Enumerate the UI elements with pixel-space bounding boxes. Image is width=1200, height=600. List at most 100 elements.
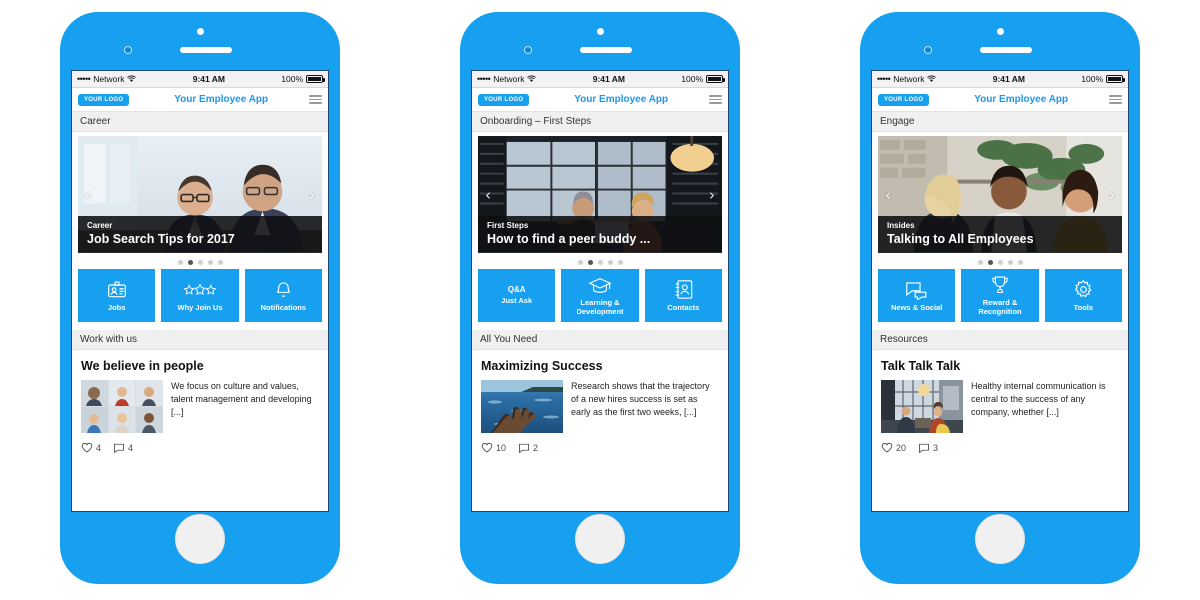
- tile-label: Why Join Us: [177, 302, 223, 312]
- feed-section-label: All You Need: [472, 330, 728, 350]
- app-header: YOUR LOGO Your Employee App: [72, 88, 328, 112]
- article-meta: 10 2: [472, 433, 728, 453]
- id-badge-icon: [107, 279, 127, 301]
- article-meta: 4 4: [72, 433, 328, 453]
- carousel-dot[interactable]: [207, 260, 213, 265]
- hero-caption[interactable]: Career Job Search Tips for 2017: [78, 216, 322, 253]
- section-label: Engage: [872, 112, 1128, 132]
- signal-strength-icon: •••••: [877, 74, 891, 84]
- quick-action-tiles: Q&A Just Ask Learning & Development Cont…: [472, 269, 728, 330]
- carousel-prev-button[interactable]: ‹: [481, 187, 495, 203]
- article-thumbnail-hand-in-water: [481, 380, 563, 433]
- like-count: 20: [896, 442, 907, 453]
- three-stars-icon: [183, 279, 217, 301]
- carousel-dots[interactable]: [478, 253, 722, 272]
- carousel-prev-button[interactable]: ‹: [881, 187, 895, 203]
- article-title[interactable]: Maximizing Success: [472, 350, 728, 380]
- carousel-dot[interactable]: [1007, 260, 1013, 265]
- comment-counter[interactable]: 2: [518, 442, 538, 453]
- hamburger-menu-icon[interactable]: [309, 95, 322, 104]
- carousel-dot-active[interactable]: [187, 260, 193, 265]
- hero-headline: Job Search Tips for 2017: [87, 232, 235, 246]
- tile-tools[interactable]: Tools: [1044, 269, 1122, 322]
- article-title[interactable]: Talk Talk Talk: [872, 350, 1128, 380]
- hero-carousel[interactable]: ‹ › First Steps How to find a peer buddy…: [472, 132, 728, 269]
- comment-counter[interactable]: 3: [918, 442, 938, 453]
- carousel-dot-active[interactable]: [587, 260, 593, 265]
- hamburger-menu-icon[interactable]: [1109, 95, 1122, 104]
- tile-reward-recognition[interactable]: Reward & Recognition: [961, 269, 1039, 322]
- carousel-dot[interactable]: [607, 260, 613, 265]
- carousel-dot[interactable]: [177, 260, 183, 265]
- tile-why-join-us[interactable]: Why Join Us: [161, 269, 239, 322]
- earpiece-speaker: [580, 47, 632, 53]
- app-logo[interactable]: YOUR LOGO: [78, 93, 130, 106]
- tile-qa-just-ask[interactable]: Q&A Just Ask: [478, 269, 556, 322]
- carousel-dots[interactable]: [878, 253, 1122, 272]
- carousel-dot[interactable]: [577, 260, 583, 265]
- wifi-icon: [527, 75, 537, 82]
- carousel-dot-active[interactable]: [987, 260, 993, 265]
- address-book-icon: [674, 279, 693, 301]
- phone-mockup-stage: ••••• Network 9:41 AM 100% YOUR LOGO You…: [0, 0, 1200, 600]
- app-logo[interactable]: YOUR LOGO: [478, 93, 530, 106]
- heart-icon: [481, 443, 493, 453]
- tile-notifications[interactable]: Notifications: [244, 269, 322, 322]
- home-button[interactable]: [575, 514, 625, 564]
- carousel-dots[interactable]: [78, 253, 322, 272]
- wifi-icon: [127, 75, 137, 82]
- article-title[interactable]: We believe in people: [72, 350, 328, 380]
- signal-strength-icon: •••••: [477, 74, 491, 84]
- battery-percent-label: 100%: [681, 74, 704, 84]
- battery-percent-label: 100%: [281, 74, 304, 84]
- carrier-label: Network: [493, 74, 525, 84]
- home-button[interactable]: [175, 514, 225, 564]
- battery-full-icon: [306, 75, 326, 83]
- carousel-dot[interactable]: [217, 260, 223, 265]
- article-row[interactable]: We focus on culture and values, talent m…: [72, 380, 328, 433]
- hero-slide[interactable]: ‹ › Insides Talking to All Employees: [878, 136, 1122, 253]
- carousel-dot[interactable]: [977, 260, 983, 265]
- feed-section-label: Work with us: [72, 330, 328, 350]
- hamburger-menu-icon[interactable]: [709, 95, 722, 104]
- comment-counter[interactable]: 4: [113, 442, 133, 453]
- hero-caption[interactable]: First Steps How to find a peer buddy ...: [478, 216, 722, 253]
- tile-contacts[interactable]: Contacts: [644, 269, 722, 322]
- status-bar: ••••• Network 9:41 AM 100%: [472, 71, 728, 88]
- carousel-prev-button[interactable]: ‹: [81, 187, 95, 203]
- article-row[interactable]: Healthy internal communication is centra…: [872, 380, 1128, 433]
- carousel-next-button[interactable]: ›: [1105, 187, 1119, 203]
- gear-icon: [1073, 279, 1094, 301]
- comment-count: 4: [128, 442, 134, 453]
- hero-slide[interactable]: ‹ › First Steps How to find a peer buddy…: [478, 136, 722, 253]
- like-counter[interactable]: 4: [81, 442, 101, 453]
- app-logo[interactable]: YOUR LOGO: [878, 93, 930, 106]
- phone-1: ••••• Network 9:41 AM 100% YOUR LOGO You…: [60, 12, 340, 584]
- battery-full-icon: [706, 75, 726, 83]
- hero-slide[interactable]: ‹ › Career Job Search Tips for 2017: [78, 136, 322, 253]
- home-button[interactable]: [975, 514, 1025, 564]
- carousel-dot[interactable]: [197, 260, 203, 265]
- carousel-dot[interactable]: [597, 260, 603, 265]
- like-counter[interactable]: 20: [881, 442, 906, 453]
- section-label: Onboarding – First Steps: [472, 112, 728, 132]
- carousel-dot[interactable]: [617, 260, 623, 265]
- article-excerpt: Healthy internal communication is centra…: [971, 381, 1106, 418]
- tile-jobs[interactable]: Jobs: [78, 269, 156, 322]
- hero-caption[interactable]: Insides Talking to All Employees: [878, 216, 1122, 253]
- like-counter[interactable]: 10: [481, 442, 506, 453]
- status-bar-right: 100%: [225, 74, 326, 84]
- carousel-dot[interactable]: [997, 260, 1003, 265]
- wifi-icon: [927, 75, 937, 82]
- tile-learning-development[interactable]: Learning & Development: [561, 269, 639, 322]
- carousel-next-button[interactable]: ›: [305, 187, 319, 203]
- hero-carousel[interactable]: ‹ › Career Job Search Tips for 2017: [72, 132, 328, 269]
- article-excerpt: We focus on culture and values, talent m…: [171, 381, 312, 418]
- proximity-sensor-icon: [124, 46, 132, 54]
- article-row[interactable]: Research shows that the trajectory of a …: [472, 380, 728, 433]
- tile-news-social[interactable]: News & Social: [878, 269, 956, 322]
- carousel-next-button[interactable]: ›: [705, 187, 719, 203]
- hero-carousel[interactable]: ‹ › Insides Talking to All Employees: [872, 132, 1128, 269]
- carousel-dot[interactable]: [1017, 260, 1023, 265]
- hero-kicker: Insides: [887, 221, 915, 230]
